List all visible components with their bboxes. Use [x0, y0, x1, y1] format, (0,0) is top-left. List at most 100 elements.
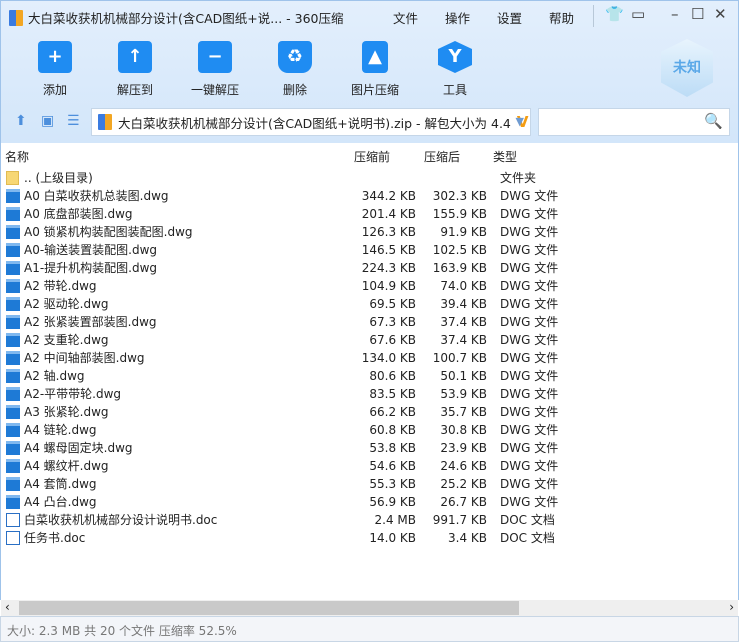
file-list: 名称 压缩前 压缩后 类型 .. (上级目录) 文件夹 A0 白菜收获机总装图.dw… [0, 143, 739, 600]
chevron-down-icon[interactable]: ▼ [516, 115, 524, 128]
size-before: 2.4 MB [374, 513, 416, 527]
feedback-icon[interactable]: ▭ [631, 5, 645, 23]
dwg-icon [6, 297, 20, 311]
size-before: 66.2 KB [369, 405, 416, 419]
file-row[interactable]: A2 张紧装置部装图.dwg 67.3 KB 37.4 KB DWG 文件 [1, 313, 738, 331]
file-row[interactable]: A0 白菜收获机总装图.dwg 344.2 KB 302.3 KB DWG 文件 [1, 187, 738, 205]
file-row[interactable]: A0 锁紧机构装配图装配图.dwg 126.3 KB 91.9 KB DWG 文件 [1, 223, 738, 241]
size-after: 23.9 KB [440, 441, 487, 455]
divider [593, 5, 594, 27]
thumbnail-view-icon[interactable]: ▣ [41, 113, 54, 129]
dwg-icon [6, 405, 20, 419]
column-before[interactable]: 压缩前 [354, 148, 390, 165]
file-row[interactable]: A2 中间轴部装图.dwg 134.0 KB 100.7 KB DWG 文件 [1, 349, 738, 367]
address-bar[interactable]: 大白菜收获机机械部分设计(含CAD图纸+说明书).zip - 解包大小为 4.4… [91, 108, 531, 136]
file-name: A0 白菜收获机总装图.dwg [24, 189, 169, 203]
size-after: 53.9 KB [440, 387, 487, 401]
file-row[interactable]: A2 轴.dwg 80.6 KB 50.1 KB DWG 文件 [1, 367, 738, 385]
extract-label: 解压到 [116, 83, 153, 97]
file-type: DWG 文件 [500, 207, 559, 221]
one-click-extract-button[interactable]: − 一键解压 [185, 41, 245, 98]
add-icon: + [38, 41, 72, 73]
size-after: 991.7 KB [432, 513, 487, 527]
file-row[interactable]: A2 驱动轮.dwg 69.5 KB 39.4 KB DWG 文件 [1, 295, 738, 313]
dwg-icon [6, 441, 20, 455]
search-input[interactable]: 🔍 [538, 108, 730, 136]
file-row[interactable]: A4 链轮.dwg 60.8 KB 30.8 KB DWG 文件 [1, 421, 738, 439]
tools-button[interactable]: Y 工具 [425, 41, 485, 98]
file-type: DWG 文件 [500, 261, 559, 275]
file-type: DWG 文件 [500, 189, 559, 203]
file-type: DWG 文件 [500, 351, 559, 365]
file-row[interactable]: A2 带轮.dwg 104.9 KB 74.0 KB DWG 文件 [1, 277, 738, 295]
file-row[interactable]: A4 凸台.dwg 56.9 KB 26.7 KB DWG 文件 [1, 493, 738, 511]
file-row[interactable]: A2 支重轮.dwg 67.6 KB 37.4 KB DWG 文件 [1, 331, 738, 349]
file-row[interactable]: 白菜收获机机械部分设计说明书.doc 2.4 MB 991.7 KB DOC 文档 [1, 511, 738, 529]
image-compress-button[interactable]: ▲ 图片压缩 [345, 41, 405, 98]
maximize-button[interactable]: ☐ [691, 5, 704, 23]
menu-file[interactable]: 文件 [393, 8, 418, 27]
file-name: A2-平带带轮.dwg [24, 387, 122, 401]
file-name: A4 凸台.dwg [24, 495, 97, 509]
extract-icon: ↑ [118, 41, 152, 73]
column-name[interactable]: 名称 [5, 148, 29, 165]
file-name: A0-输送装置装配图.dwg [24, 243, 158, 257]
file-row[interactable]: 任务书.doc 14.0 KB 3.4 KB DOC 文档 [1, 529, 738, 547]
search-icon[interactable]: 🔍 [704, 112, 723, 130]
size-after: 3.4 KB [448, 531, 487, 545]
close-button[interactable]: ✕ [714, 5, 727, 23]
file-name: A2 张紧装置部装图.dwg [24, 315, 157, 329]
file-row[interactable]: A4 套筒.dwg 55.3 KB 25.2 KB DWG 文件 [1, 475, 738, 493]
file-name: 任务书.doc [24, 531, 86, 545]
extract-to-button[interactable]: ↑ 解压到 [105, 41, 165, 98]
file-row[interactable]: .. (上级目录) 文件夹 [1, 169, 738, 187]
security-badge[interactable]: 未知 [661, 39, 713, 97]
recycle-icon: ♻ [278, 41, 312, 73]
file-name: A4 螺纹杆.dwg [24, 459, 109, 473]
file-type: DWG 文件 [500, 225, 559, 239]
skin-icon[interactable]: 👕 [605, 5, 624, 23]
scroll-left-icon[interactable]: ‹ [5, 600, 10, 614]
add-button[interactable]: + 添加 [25, 41, 85, 98]
scroll-thumb[interactable] [19, 601, 519, 615]
title-toolbar-area: 大白菜收获机机械部分设计(含CAD图纸+说... - 360压缩 文件 操作 设… [0, 0, 739, 143]
dwg-icon [6, 423, 20, 437]
zip-icon [98, 114, 112, 130]
size-after: 91.9 KB [440, 225, 487, 239]
menu-help[interactable]: 帮助 [549, 8, 574, 27]
file-row[interactable]: A4 螺母固定块.dwg 53.8 KB 23.9 KB DWG 文件 [1, 439, 738, 457]
horizontal-scrollbar[interactable]: ‹ › [1, 600, 738, 616]
delete-button[interactable]: ♻ 删除 [265, 41, 325, 98]
file-name: A1-提升机构装配图.dwg [24, 261, 158, 275]
file-type: DWG 文件 [500, 297, 559, 311]
file-name: A3 张紧轮.dwg [24, 405, 109, 419]
column-type[interactable]: 类型 [493, 148, 517, 165]
file-type: DWG 文件 [500, 387, 559, 401]
size-before: 134.0 KB [361, 351, 416, 365]
list-view-icon[interactable]: ☰ [67, 113, 80, 129]
add-label: 添加 [42, 83, 67, 97]
tools-label: 工具 [442, 83, 467, 97]
up-icon[interactable]: ⬆ [15, 113, 27, 129]
menu-operate[interactable]: 操作 [445, 8, 470, 27]
image-compress-label: 图片压缩 [350, 83, 399, 97]
size-before: 60.8 KB [369, 423, 416, 437]
doc-icon [6, 513, 20, 527]
size-after: 26.7 KB [440, 495, 487, 509]
file-type: DWG 文件 [500, 495, 559, 509]
dwg-icon [6, 495, 20, 509]
file-row[interactable]: A4 螺纹杆.dwg 54.6 KB 24.6 KB DWG 文件 [1, 457, 738, 475]
scroll-right-icon[interactable]: › [729, 600, 734, 614]
column-after[interactable]: 压缩后 [424, 148, 460, 165]
status-bar: 大小: 2.3 MB 共 20 个文件 压缩率 52.5% [0, 616, 739, 642]
minimize-button[interactable]: – [671, 5, 679, 23]
file-row[interactable]: A0-输送装置装配图.dwg 146.5 KB 102.5 KB DWG 文件 [1, 241, 738, 259]
size-after: 100.7 KB [432, 351, 487, 365]
file-row[interactable]: A2-平带带轮.dwg 83.5 KB 53.9 KB DWG 文件 [1, 385, 738, 403]
menu-settings[interactable]: 设置 [497, 8, 522, 27]
one-click-icon: − [198, 41, 232, 73]
window-title-text: 大白菜收获机机械部分设计(含CAD图纸+说... - 360压缩 [28, 11, 344, 26]
file-row[interactable]: A0 底盘部装图.dwg 201.4 KB 155.9 KB DWG 文件 [1, 205, 738, 223]
file-row[interactable]: A1-提升机构装配图.dwg 224.3 KB 163.9 KB DWG 文件 [1, 259, 738, 277]
file-row[interactable]: A3 张紧轮.dwg 66.2 KB 35.7 KB DWG 文件 [1, 403, 738, 421]
